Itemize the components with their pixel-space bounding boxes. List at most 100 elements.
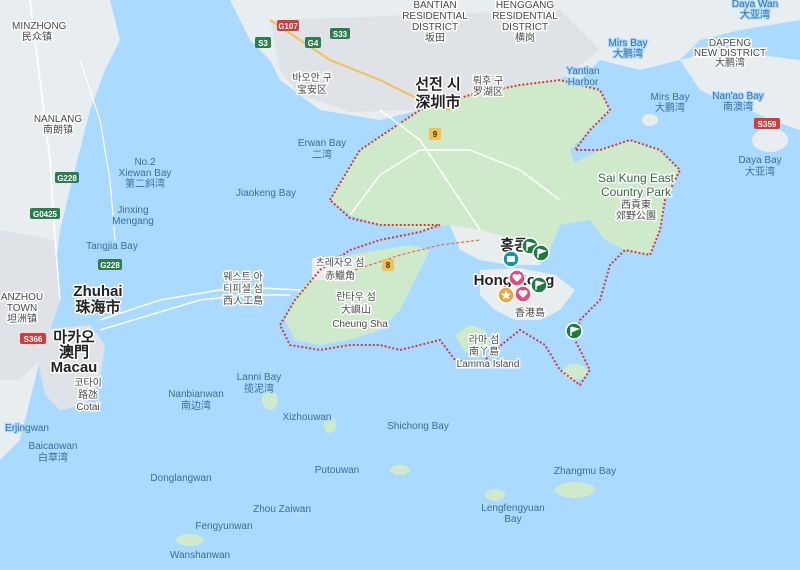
shield-s359: S359 [754, 118, 780, 129]
label-fengyunwan: Fengyunwan [195, 521, 252, 532]
svg-text:G107: G107 [278, 22, 298, 31]
label-artificial-island-kr: 웨스트 아 [223, 271, 263, 283]
label-cheungsha: Cheung Sha [332, 319, 388, 330]
island [555, 482, 595, 498]
label-anzhou: ANZHOU [1, 292, 43, 303]
label-donglangwan: Donglangwan [150, 473, 211, 484]
label-hkisland-cn: 香港島 [515, 306, 545, 319]
svg-text:S366: S366 [24, 335, 43, 344]
marker-teal[interactable] [502, 250, 520, 268]
label-wanshanwan: Wanshanwan [170, 550, 230, 561]
label-lantau-cn: 大嶼山 [341, 303, 371, 316]
label-anzhou-cn: 坦洲镇 [7, 312, 37, 325]
label-nanlang: NANLANG [34, 114, 83, 125]
label-cheklapkok-cn: 赤鱲角 [325, 269, 355, 282]
label-putouwan: Putouwan [315, 465, 359, 476]
label-dayabay-cn: 大亚湾 [745, 165, 775, 178]
shield-g0425: G0425 [30, 208, 60, 219]
label-cheklapkok-kr: 츠레자오 섬 [316, 257, 365, 269]
label-dayawan: Daya Wan [732, 0, 778, 10]
island [176, 534, 204, 546]
svg-text:G0425: G0425 [33, 210, 58, 219]
label-zhouzaiwan: Zhou Zaiwan [253, 504, 311, 515]
svg-text:9: 9 [433, 130, 438, 139]
label-saikung-cn: 西貢東 [621, 198, 651, 211]
label-yantian-harbor: Harbor [568, 77, 599, 88]
label-bantian: BANTIAN [413, 0, 456, 11]
shield-g228b: G228 [98, 259, 122, 270]
label-baoan-cn: 宝安区 [297, 83, 327, 96]
shield-g107: G107 [277, 20, 299, 31]
svg-text:G228: G228 [57, 174, 77, 183]
label-henggang3: DISTRICT [502, 22, 548, 33]
marker-pink-1[interactable] [508, 269, 526, 287]
marker-green-2[interactable] [532, 244, 550, 262]
label-artificial-island-kr2: 티피셜 섬 [223, 283, 263, 295]
label-erjingwan: Erjingwan [5, 423, 49, 434]
label-lamma-cn: 南丫島 [469, 345, 499, 358]
label-nanao: Nan'ao Bay [712, 91, 763, 102]
label-cotai-kr: 코타이 [74, 377, 102, 389]
label-minzhong: MINZHONG [12, 21, 67, 32]
label-lanni: Lanni Bay [237, 372, 281, 383]
shield-route-9: 9 [429, 128, 441, 140]
label-luohu-kr: 뤄후 구 [473, 74, 503, 87]
label-erwan-cn: 二湾 [312, 148, 332, 161]
label-yantian: Yantian [566, 66, 599, 77]
label-no2: No.2 [134, 157, 156, 168]
label-bantian-cn: 坂田 [425, 32, 445, 44]
label-mengang: Mengang [112, 216, 154, 227]
label-anzhou2: TOWN [7, 303, 37, 314]
label-minzhong-cn: 民众镇 [22, 30, 52, 43]
svg-text:G228: G228 [100, 261, 120, 270]
label-bantian3: DISTRICT [412, 22, 458, 33]
label-mirsbay-top: Mirs Bay [609, 38, 648, 49]
label-xiewan: Xiewan Bay [119, 168, 172, 179]
marker-green-4[interactable] [565, 322, 583, 340]
svg-text:S3: S3 [258, 39, 268, 48]
shield-g228a: G228 [55, 172, 79, 183]
island [485, 489, 505, 501]
label-henggang: HENGGANG [496, 0, 555, 11]
label-saikung-cn2: 郊野公園 [616, 209, 656, 222]
label-jiaokeng: Jiaokeng Bay [236, 188, 296, 199]
label-lanni-cn: 揽泥湾 [244, 382, 274, 395]
label-dayabay: Daya Bay [738, 155, 781, 166]
label-henggang-cn: 横岗 [515, 31, 535, 44]
marker-pink-2[interactable] [514, 285, 532, 303]
shield-route-8: 8 [382, 259, 394, 271]
label-lamma: Lamma Island [457, 359, 520, 370]
label-shenzhen-kr: 선전 시 [415, 76, 461, 93]
svg-text:S359: S359 [758, 120, 777, 129]
shield-s366: S366 [20, 333, 46, 344]
label-lengfengyuan: Lengfengyuan [481, 503, 544, 514]
svg-text:S33: S33 [333, 30, 348, 39]
label-mirsbay-top-cn: 大鹏湾 [613, 47, 643, 60]
bag-icon [507, 256, 515, 262]
label-nanbianwan: Nanbianwan [168, 389, 224, 400]
island [390, 465, 410, 475]
label-xizhouwan: Xizhouwan [283, 412, 332, 423]
label-nanao-cn: 南澳湾 [723, 100, 753, 113]
label-shenzhen-cn: 深圳市 [415, 93, 460, 111]
label-luohu-cn: 罗湖区 [473, 86, 503, 98]
island [563, 364, 587, 380]
svg-text:G4: G4 [308, 39, 319, 48]
label-xiewan-cn: 第二斜湾 [125, 177, 165, 190]
label-lengfengyuan2: Bay [504, 514, 521, 525]
label-henggang2: RESIDENTIAL [492, 11, 558, 22]
label-lamma-kr: 라마 섬 [469, 334, 499, 346]
label-mirsbay: Mirs Bay [651, 92, 690, 103]
label-baoan-kr: 바오안 구 [292, 72, 332, 84]
label-zhangmu: Zhangmu Bay [554, 466, 616, 477]
label-artificial-island-cn: 西人工島 [223, 294, 263, 307]
shield-g4: G4 [305, 37, 321, 48]
label-nanbianwan-cn: 南边湾 [181, 399, 211, 412]
label-dayawan-cn: 大亚湾 [740, 8, 770, 21]
marker-green-3[interactable] [530, 276, 548, 294]
island [642, 114, 658, 126]
label-erwan: Erwan Bay [298, 138, 346, 149]
marker-orange[interactable] [497, 286, 515, 304]
label-mirsbay-cn: 大鹏湾 [655, 101, 685, 114]
map-canvas[interactable]: G107 S3 G4 S33 G228 G0425 G228 S359 S366… [0, 0, 800, 570]
